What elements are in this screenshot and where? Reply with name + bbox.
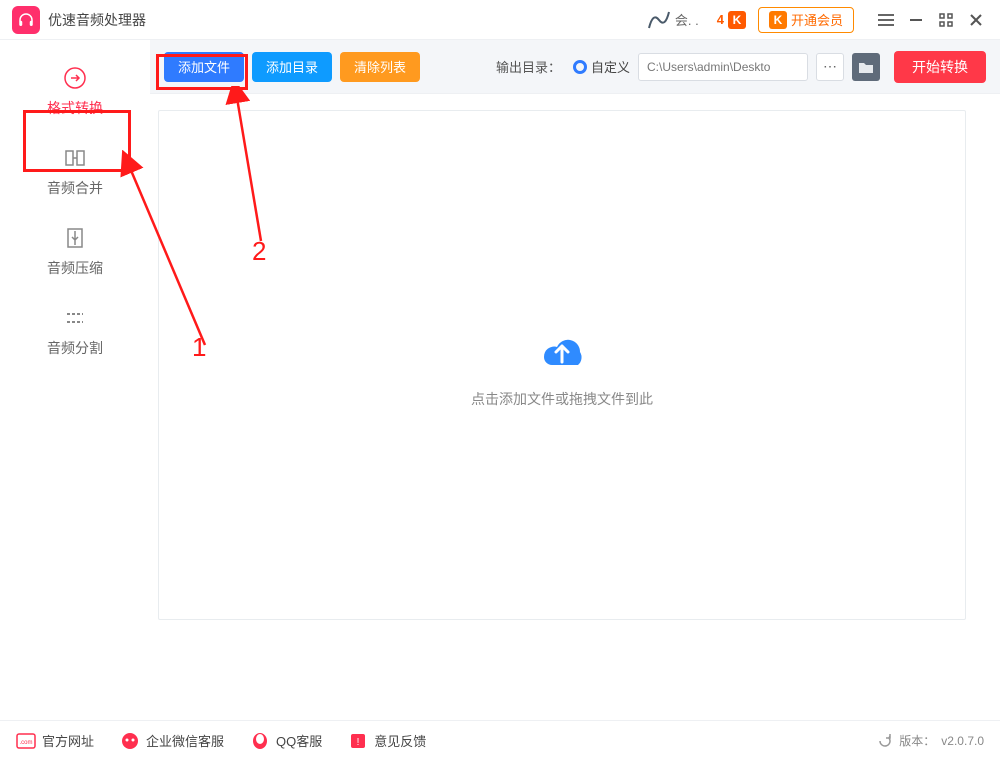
menu-icon[interactable]: [874, 8, 898, 32]
start-convert-button[interactable]: 开始转换: [894, 51, 986, 83]
close-icon[interactable]: [964, 8, 988, 32]
toolbar: 添加文件 添加目录 清除列表 输出目录： 自定义 ⋯ 开始转换: [150, 40, 1000, 94]
footer-link-wechat[interactable]: 企业微信客服: [120, 731, 224, 751]
cloud-upload-icon: [530, 322, 594, 375]
output-path-input[interactable]: [638, 53, 808, 81]
minimize-icon[interactable]: [904, 8, 928, 32]
sidebar-item-label: 音频压缩: [0, 258, 150, 278]
k-icon: K: [728, 11, 746, 29]
svg-text:!: !: [357, 737, 360, 748]
refresh-icon: [877, 733, 893, 749]
vip-icon: K: [769, 11, 787, 29]
add-folder-button[interactable]: 添加目录: [252, 52, 332, 82]
folder-icon: [858, 60, 874, 74]
footer-link-label: 官方网址: [42, 731, 94, 750]
sidebar-item-audio-split[interactable]: 音频分割: [0, 290, 150, 370]
user-badge[interactable]: 会. .: [647, 10, 699, 30]
output-label: 输出目录：: [496, 57, 561, 76]
footer: .com 官方网址 企业微信客服 QQ客服 ! 意见反馈 版本： v2.0.7.…: [0, 720, 1000, 760]
merge-icon: [61, 144, 89, 172]
split-icon: [61, 304, 89, 332]
clear-list-button[interactable]: 清除列表: [340, 52, 420, 82]
k-badge[interactable]: 4 K: [717, 11, 746, 29]
output-radio-custom[interactable]: 自定义: [573, 57, 630, 76]
globe-icon: .com: [16, 731, 36, 751]
vip-button[interactable]: K 开通会员: [758, 7, 854, 33]
sidebar-item-label: 音频合并: [0, 178, 150, 198]
ellipsis-icon: ⋯: [823, 58, 837, 75]
version-label: 版本：: [899, 732, 935, 749]
titlebar: 优速音频处理器 会. . 4 K K 开通会员: [0, 0, 1000, 40]
footer-link-feedback[interactable]: ! 意见反馈: [348, 731, 426, 751]
content: 添加文件 添加目录 清除列表 输出目录： 自定义 ⋯ 开始转换: [150, 40, 1000, 720]
wechat-icon: [120, 731, 140, 751]
feedback-icon: !: [348, 731, 368, 751]
convert-icon: [61, 64, 89, 92]
footer-link-label: 企业微信客服: [146, 731, 224, 750]
drop-zone[interactable]: 点击添加文件或拖拽文件到此: [158, 110, 966, 620]
footer-link-qq[interactable]: QQ客服: [250, 731, 322, 751]
vip-label: 开通会员: [791, 10, 843, 29]
sidebar-item-audio-compress[interactable]: 音频压缩: [0, 210, 150, 290]
sidebar: 格式转换 音频合并 音频压缩 音频分割: [0, 40, 150, 720]
footer-link-label: 意见反馈: [374, 731, 426, 750]
app-title: 优速音频处理器: [48, 10, 146, 30]
qq-icon: [250, 731, 270, 751]
version-number: v2.0.7.0: [941, 734, 984, 748]
add-file-button[interactable]: 添加文件: [164, 52, 244, 82]
sidebar-item-format-convert[interactable]: 格式转换: [0, 50, 150, 130]
app-logo: [12, 6, 40, 34]
user-text: 会. .: [675, 10, 699, 29]
k-num: 4: [717, 12, 724, 27]
compress-icon: [61, 224, 89, 252]
sidebar-item-label: 音频分割: [0, 338, 150, 358]
footer-link-label: QQ客服: [276, 731, 322, 750]
main: 格式转换 音频合并 音频压缩 音频分割 添加文件 添加目录 清除列表: [0, 40, 1000, 720]
radio-icon: [573, 60, 587, 74]
maximize-icon[interactable]: [934, 8, 958, 32]
sidebar-item-audio-merge[interactable]: 音频合并: [0, 130, 150, 210]
open-folder-button[interactable]: [852, 53, 880, 81]
footer-link-website[interactable]: .com 官方网址: [16, 731, 94, 751]
sidebar-item-label: 格式转换: [0, 98, 150, 118]
browse-button[interactable]: ⋯: [816, 53, 844, 81]
version-info: 版本： v2.0.7.0: [877, 732, 984, 749]
radio-label: 自定义: [591, 57, 630, 76]
stage-wrap: 点击添加文件或拖拽文件到此: [150, 94, 1000, 720]
drop-text: 点击添加文件或拖拽文件到此: [471, 389, 653, 409]
svg-text:.com: .com: [19, 740, 32, 746]
